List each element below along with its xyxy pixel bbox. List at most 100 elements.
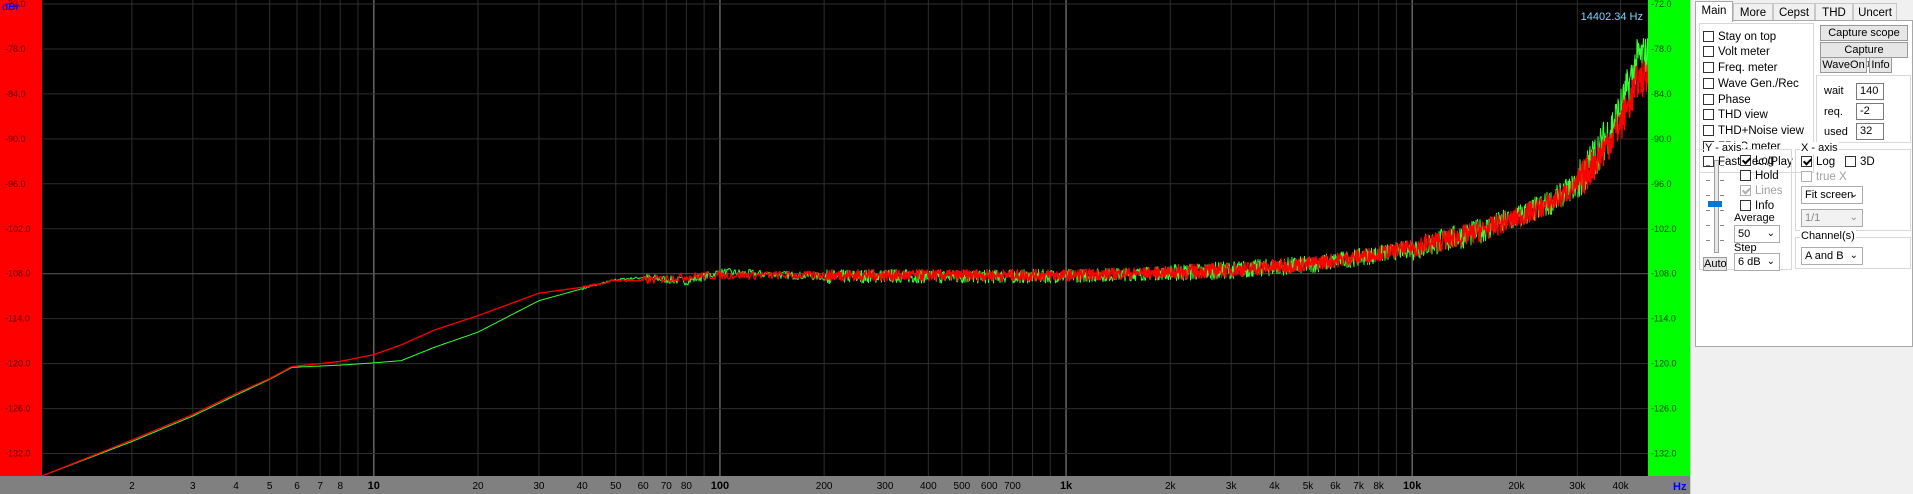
y-tick-label: -114.0 (1651, 314, 1676, 324)
lines-checkbox[interactable]: Lines (1740, 184, 1783, 199)
slider-tick (1720, 240, 1724, 241)
checkbox-box (1703, 46, 1714, 57)
slider-tick (1706, 165, 1710, 166)
slider-thumb[interactable] (1708, 201, 1722, 207)
x-tick-label: 40k (1613, 481, 1630, 492)
checkbox-label: Log (1816, 156, 1836, 168)
slider-tick (1720, 180, 1724, 181)
wave-gen-rec-checkbox[interactable]: Wave Gen./Rec (1703, 77, 1799, 92)
phase-checkbox[interactable]: Phase (1703, 93, 1751, 108)
x-tick-label: 500 (954, 481, 971, 492)
checkbox-label: Volt meter (1718, 46, 1770, 58)
bottom-axis-bar (0, 476, 1690, 494)
chevron-down-icon: ⌄ (1766, 228, 1775, 239)
y-log-checkbox[interactable]: Log (1740, 154, 1774, 169)
x-unit-label: Hz (1673, 481, 1687, 493)
wait-label: wait (1824, 85, 1844, 97)
y-tick-label: -132.0 (1651, 449, 1677, 459)
freq-meter-checkbox[interactable]: Freq. meter (1703, 61, 1777, 76)
wait-field[interactable]: 140 (1856, 83, 1884, 100)
wave-on-button[interactable]: WaveOn (1820, 57, 1867, 73)
x-tick-label: 60 (638, 481, 650, 492)
select-value: 6 dB (1738, 256, 1761, 268)
y-axis-slider[interactable] (1703, 160, 1727, 253)
x-tick-label: 70 (661, 481, 673, 492)
x-tick-label: 4k (1269, 481, 1281, 492)
used-field[interactable]: 32 (1856, 123, 1884, 140)
y-tick-label: -84.0 (1651, 89, 1672, 99)
x-tick-label: 100 (711, 480, 729, 492)
x-tick-label: 3 (190, 481, 196, 492)
x-tick-label: 600 (981, 481, 998, 492)
slider-tick (1720, 210, 1724, 211)
x-tick-label: 50 (610, 481, 622, 492)
channels-group-title: Channel(s) (1800, 230, 1856, 242)
used-label: used (1824, 126, 1848, 138)
channels-select[interactable]: A and B ⌄ (1801, 247, 1863, 265)
x-tick-label: 2 (129, 481, 135, 492)
hold-checkbox[interactable]: Hold (1740, 169, 1779, 184)
x-ratio-select[interactable]: 1/1 ⌄ (1801, 209, 1863, 227)
tab-thd[interactable]: THD (1815, 3, 1853, 21)
x-axis-group-title: X - axis (1800, 142, 1839, 154)
spectrum-plot[interactable]: -72.0 -78.0 -84.0 -90.0 -96.0 -102.0 -108.0 -11… (0, 0, 1690, 494)
x-tick-label: 4 (233, 481, 239, 492)
checkbox-box (1740, 200, 1751, 211)
stay-on-top-checkbox[interactable]: Stay on top (1703, 30, 1776, 45)
checkbox-label: 3D (1860, 156, 1875, 168)
thd-noise-view-checkbox[interactable]: THD+Noise view (1703, 124, 1804, 139)
y-tick-label: -120.0 (5, 359, 31, 369)
x-tick-label: 5 (267, 481, 273, 492)
chevron-down-icon: ⌄ (1849, 250, 1858, 261)
checkbox-box (1703, 94, 1714, 105)
auto-button[interactable]: Auto (1703, 257, 1727, 271)
capture-spectrum-button[interactable]: Capture spectrum (1820, 42, 1908, 70)
x-tick-label: 5k (1303, 481, 1315, 492)
slider-tick (1706, 210, 1710, 211)
req-label: req. (1824, 106, 1843, 118)
select-value: Fit screen (1805, 189, 1854, 201)
three-d-checkbox[interactable]: 3D (1845, 155, 1875, 170)
y-axis-group-title: Y - axis (1704, 142, 1743, 154)
capture-scope-button[interactable]: Capture scope (1820, 25, 1908, 41)
checkbox-label: Wave Gen./Rec (1718, 78, 1799, 90)
volt-meter-checkbox[interactable]: Volt meter (1703, 45, 1770, 60)
thd-view-checkbox[interactable]: THD view (1703, 108, 1768, 123)
x-log-checkbox[interactable]: Log (1801, 155, 1835, 170)
slider-tick (1706, 240, 1710, 241)
tab-main[interactable]: Main (1695, 1, 1733, 22)
tab-more[interactable]: More (1733, 3, 1773, 21)
y-tick-label: -102.0 (1651, 224, 1677, 234)
step-select[interactable]: 6 dB ⌄ (1734, 253, 1780, 271)
y-tick-label: -102.0 (5, 224, 31, 234)
req-field[interactable]: -2 (1856, 103, 1884, 120)
checkbox-box (1740, 170, 1751, 181)
frequency-readout: 14402.34 Hz (1581, 11, 1643, 23)
x-tick-label: 7k (1353, 481, 1365, 492)
select-value: 50 (1738, 228, 1751, 240)
info-button[interactable]: Info (1869, 57, 1892, 73)
checkbox-label: Hold (1755, 170, 1779, 182)
average-select[interactable]: 50 ⌄ (1734, 225, 1780, 243)
chevron-down-icon: ⌄ (1849, 212, 1858, 223)
checkbox-box (1845, 156, 1856, 167)
checkbox-box (1801, 171, 1812, 182)
true-x-checkbox[interactable]: true X (1801, 170, 1847, 185)
y-tick-label: -96.0 (1651, 179, 1672, 189)
chevron-down-icon: ⌄ (1766, 256, 1775, 267)
y-tick-label: -90.0 (1651, 134, 1672, 144)
slider-tick (1706, 225, 1710, 226)
tab-uncert[interactable]: Uncert (1853, 3, 1897, 21)
main-tab-pane: Stay on top Volt meter Freq. meter Wave … (1695, 20, 1913, 347)
x-scale-select[interactable]: Fit screen ⌄ (1801, 186, 1863, 204)
y-tick-label: -84.0 (5, 89, 26, 99)
x-tick-label: 3k (1226, 481, 1238, 492)
y-axis-group: Y - axis Auto Log Hold Lines Info Averag… (1699, 142, 1792, 271)
slider-tick (1720, 225, 1724, 226)
y-tick-label: -126.0 (5, 404, 31, 414)
tab-cepst[interactable]: Cepst (1773, 3, 1815, 21)
y-tick-label: -78.0 (5, 44, 26, 54)
x-tick-label: 200 (816, 481, 833, 492)
y-tick-label: -108.0 (1651, 269, 1677, 279)
x-tick-label: 6 (294, 481, 300, 492)
